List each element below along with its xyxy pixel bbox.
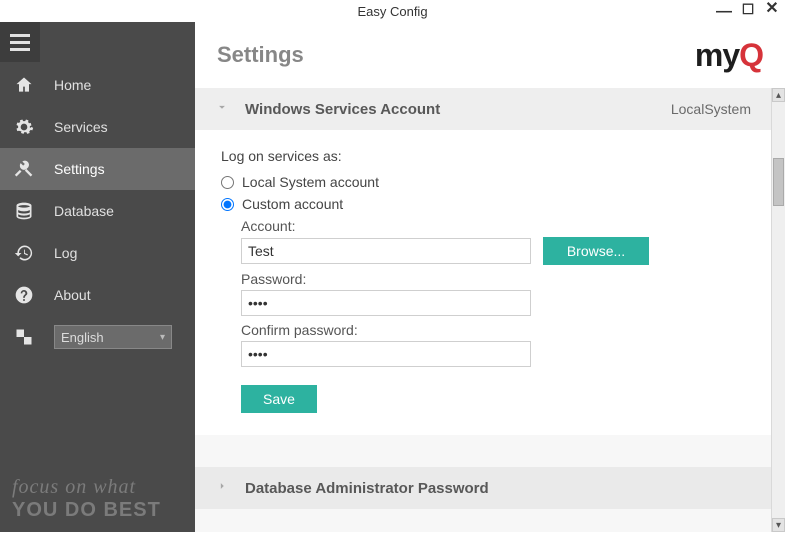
page-header: Settings myQ <box>195 22 785 88</box>
language-select[interactable]: English ▾ <box>54 325 172 349</box>
home-icon <box>12 73 36 97</box>
title-bar: Easy Config — ☐ ✕ <box>0 0 785 22</box>
slogan-line2: YOU DO BEST <box>12 499 161 522</box>
gear-icon <box>12 115 36 139</box>
account-input[interactable] <box>241 238 531 264</box>
sidebar-item-label: About <box>54 287 91 303</box>
window-controls: — ☐ ✕ <box>715 1 781 17</box>
page-title: Settings <box>217 42 304 68</box>
sidebar-item-label: Settings <box>54 161 105 177</box>
radio-custom-account[interactable] <box>221 198 234 211</box>
confirm-password-label: Confirm password: <box>241 322 745 338</box>
account-label: Account: <box>241 218 745 234</box>
sidebar-item-home[interactable]: Home <box>0 64 195 106</box>
scrollbar[interactable]: ▴ ▾ <box>771 88 785 532</box>
scroll-thumb[interactable] <box>773 158 784 206</box>
sidebar-item-services[interactable]: Services <box>0 106 195 148</box>
confirm-password-input[interactable] <box>241 341 531 367</box>
menu-toggle-button[interactable] <box>0 22 40 62</box>
main-area: Settings myQ Windows Services Account Lo… <box>195 22 785 532</box>
save-button[interactable]: Save <box>241 385 317 413</box>
logon-legend: Log on services as: <box>221 148 745 164</box>
minimize-icon[interactable]: — <box>715 4 733 20</box>
browse-button[interactable]: Browse... <box>543 237 649 265</box>
sidebar-item-label: Database <box>54 203 114 219</box>
settings-content: Windows Services Account LocalSystem Log… <box>195 88 771 532</box>
window-title: Easy Config <box>357 4 427 19</box>
radio-local-label: Local System account <box>242 174 379 190</box>
translate-icon <box>12 325 36 349</box>
close-icon[interactable]: ✕ <box>763 1 781 17</box>
chevron-down-icon: ▾ <box>160 332 165 343</box>
brand-logo: myQ <box>695 37 763 74</box>
help-icon <box>12 283 36 307</box>
sidebar: Home Services Settings Database Log Abou… <box>0 22 195 532</box>
password-label: Password: <box>241 271 745 287</box>
sidebar-item-label: Home <box>54 77 91 93</box>
slogan-line1: focus on what <box>12 476 161 499</box>
sidebar-item-log[interactable]: Log <box>0 232 195 274</box>
history-icon <box>12 241 36 265</box>
wsa-panel: Log on services as: Local System account… <box>195 130 771 435</box>
sidebar-item-about[interactable]: About <box>0 274 195 316</box>
section-title: Windows Services Account <box>245 101 671 118</box>
language-value: English <box>61 330 104 345</box>
slogan: focus on what YOU DO BEST <box>12 476 161 522</box>
language-row: English ▾ <box>0 316 195 358</box>
sidebar-item-settings[interactable]: Settings <box>0 148 195 190</box>
scroll-down-button[interactable]: ▾ <box>772 518 785 532</box>
nav-list: Home Services Settings Database Log Abou… <box>0 64 195 358</box>
chevron-down-icon <box>215 100 229 118</box>
section-header-wsa[interactable]: Windows Services Account LocalSystem <box>195 88 771 130</box>
maximize-icon[interactable]: ☐ <box>739 1 757 17</box>
section-header-dap[interactable]: Database Administrator Password <box>195 467 771 509</box>
chevron-right-icon <box>215 479 229 497</box>
radio-local-system[interactable] <box>221 176 234 189</box>
radio-custom-label: Custom account <box>242 196 343 212</box>
section-summary: LocalSystem <box>671 101 751 117</box>
sidebar-item-label: Services <box>54 119 108 135</box>
database-icon <box>12 199 36 223</box>
sidebar-item-database[interactable]: Database <box>0 190 195 232</box>
section-title: Database Administrator Password <box>245 480 751 497</box>
logo-text-q: Q <box>739 37 763 74</box>
logo-text-my: my <box>695 37 739 74</box>
tools-icon <box>12 157 36 181</box>
scroll-up-button[interactable]: ▴ <box>772 88 785 102</box>
sidebar-item-label: Log <box>54 245 77 261</box>
password-input[interactable] <box>241 290 531 316</box>
